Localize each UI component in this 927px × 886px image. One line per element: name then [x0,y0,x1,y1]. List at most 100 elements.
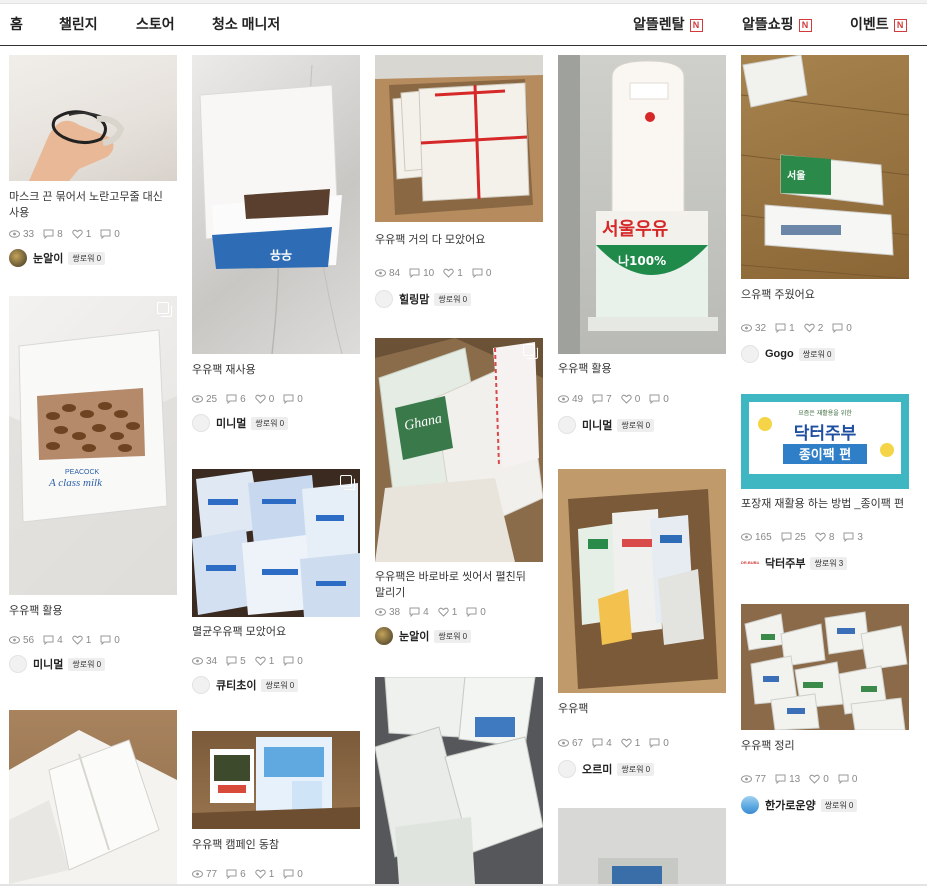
author-name[interactable]: 힐링맘 [399,291,429,307]
post-author[interactable]: 한가로운양 쌍로워 0 [741,796,909,814]
post-title[interactable]: 우유팩 활용 [558,361,726,377]
like-count[interactable]: 0 [620,394,640,405]
post-title[interactable]: 우유팩 [558,701,726,717]
nav-event[interactable]: 이벤트 N [850,14,907,34]
scrap-count[interactable]: 0 [466,607,486,618]
post-title[interactable]: 우유팩 거의 다 모았어요 [375,232,543,248]
like-count[interactable]: 8 [815,532,834,543]
scrap-count[interactable]: 0 [472,268,491,279]
author-name[interactable]: 큐티초이 [216,677,256,693]
post-card[interactable] [558,808,726,884]
post-card[interactable]: 멸균우유팩 모았어요 34 5 1 0 큐티초이 쌍로워 0 [192,469,360,694]
post-card[interactable]: Ghana 우유팩은 바로바로 씻어서 펼친뒤 말리기 38 4 1 0 눈알이… [375,338,543,645]
post-card[interactable]: 우유팩 정리 77 13 0 0 한가로운양 쌍로워 0 [741,604,909,814]
author-name[interactable]: 닥터주부 [765,555,805,571]
scrap-count[interactable]: 0 [100,229,120,240]
post-author[interactable]: 큐티초이 쌍로워 0 [192,676,360,694]
post-author[interactable]: 눈알이 쌍로워 0 [375,627,543,645]
post-title[interactable]: 우유팩 활용 [9,603,177,619]
post-image[interactable]: 요즘은 재활용을 위한 닥터주부 종이팩 편 [741,394,909,489]
follower-badge: 쌍로워 0 [261,678,299,692]
scrap-count[interactable]: 0 [283,656,303,667]
avatar [9,249,27,267]
scrap-count[interactable]: 0 [283,394,303,405]
author-name[interactable]: 미니멀 [582,417,612,433]
author-name[interactable]: 미니멀 [216,415,246,431]
post-title[interactable]: 으유팩 주웠어요 [741,287,909,303]
like-count[interactable]: 0 [254,394,274,405]
like-count[interactable]: 1 [71,635,91,646]
post-image[interactable] [9,55,177,181]
post-image[interactable] [375,677,543,884]
post-image[interactable] [192,731,360,829]
post-image[interactable]: PEACOCK A class milk [9,296,177,595]
nav-cleaning-manager[interactable]: 청소 매니저 [212,14,280,34]
post-image[interactable]: 서울 [741,55,909,279]
like-count[interactable]: 2 [803,323,823,334]
follower-badge: 쌍로워 0 [68,251,106,265]
post-title[interactable]: 멸균우유팩 모았어요 [192,624,360,640]
post-image[interactable] [558,808,726,884]
post-image[interactable]: Ghana [375,338,543,562]
scrap-count[interactable]: 0 [100,635,120,646]
post-card[interactable]: 우유팩 거의 다 모았어요 84 10 1 0 힐링맘 쌍로워 0 [375,55,543,308]
nav-shopping[interactable]: 알뜰쇼핑 N [742,14,812,34]
nav-challenge[interactable]: 챌린지 [59,14,98,34]
post-title[interactable]: 우유팩 재사용 [192,362,360,378]
like-count[interactable]: 1 [71,229,91,240]
author-name[interactable]: 오르미 [582,761,612,777]
comment-count: 1 [775,323,795,334]
post-title[interactable]: 포장재 재활용 하는 방법 _종이팩 편 [741,496,909,512]
post-author[interactable]: 힐링맘 쌍로워 0 [375,290,543,308]
post-card[interactable] [375,677,543,884]
scrap-count[interactable]: 3 [843,532,863,543]
post-image[interactable] [558,469,726,693]
view-count: 33 [9,229,34,240]
scrap-count[interactable]: 0 [838,774,857,785]
post-image[interactable] [9,710,177,884]
post-title[interactable]: 우유팩 정리 [741,738,909,754]
post-card[interactable]: 우유 우유팩 재사용 25 6 0 0 미니멀 쌍로워 0 [192,55,360,432]
post-author[interactable]: DR.BUBU 닥터주부 쌍로워 3 [741,554,909,572]
post-image[interactable] [192,469,360,617]
post-author[interactable]: 미니멀 쌍로워 0 [558,416,726,434]
post-author[interactable]: 눈알이 쌍로워 0 [9,249,177,267]
author-name[interactable]: Gogo [765,348,794,360]
post-card[interactable]: 우유팩 67 4 1 0 오르미 쌍로워 0 [558,469,726,778]
author-name[interactable]: 미니멀 [33,656,63,672]
author-name[interactable]: 눈알이 [399,628,429,644]
author-name[interactable]: 한가로운양 [765,797,816,813]
post-title[interactable]: 우유팩은 바로바로 씻어서 펼친뒤 말리기 [375,569,543,601]
post-image[interactable]: 서울우유 나100% [558,55,726,354]
post-card[interactable]: 서울우유 나100% 우유팩 활용 49 7 0 0 미니멀 쌍로워 0 [558,55,726,434]
nav-home[interactable]: 홈 [10,14,23,34]
like-count[interactable]: 1 [443,268,463,279]
post-card[interactable]: 우유팩 캠페인 동참 77 6 1 0 [192,731,360,881]
like-count[interactable]: 0 [809,774,829,785]
post-card[interactable]: 요즘은 재활용을 위한 닥터주부 종이팩 편 포장재 재활용 하는 방법 _종이… [741,394,909,572]
scrap-count[interactable]: 0 [649,738,669,749]
post-card[interactable]: 마스크 끈 묶어서 노란고무줄 대신 사용 33 8 1 0 눈알이 쌍로워 0 [9,55,177,267]
post-author[interactable]: 미니멀 쌍로워 0 [9,655,177,673]
post-image[interactable] [741,604,909,730]
post-author[interactable]: 미니멀 쌍로워 0 [192,414,360,432]
like-count[interactable]: 1 [254,869,274,880]
post-image[interactable] [375,55,543,222]
post-card[interactable] [9,710,177,884]
nav-store[interactable]: 스토어 [136,14,175,34]
scrap-count[interactable]: 0 [649,394,669,405]
post-title[interactable]: 우유팩 캠페인 동참 [192,837,360,853]
post-card[interactable]: 서울 으유팩 주웠어요 32 1 2 0 Gogo 쌍로워 0 [741,55,909,363]
like-count[interactable]: 1 [437,607,457,618]
post-card[interactable]: PEACOCK A class milk 우유팩 활용 56 4 1 0 미니멀… [9,296,177,673]
like-count[interactable]: 1 [620,738,640,749]
post-image[interactable]: 우유 [192,55,360,354]
scrap-count[interactable]: 0 [283,869,303,880]
scrap-count[interactable]: 0 [832,323,852,334]
post-author[interactable]: 오르미 쌍로워 0 [558,760,726,778]
post-author[interactable]: Gogo 쌍로워 0 [741,345,909,363]
author-name[interactable]: 눈알이 [33,250,63,266]
like-count[interactable]: 1 [254,656,274,667]
post-title[interactable]: 마스크 끈 묶어서 노란고무줄 대신 사용 [9,189,177,221]
nav-rental[interactable]: 알뜰렌탈 N [633,14,703,34]
